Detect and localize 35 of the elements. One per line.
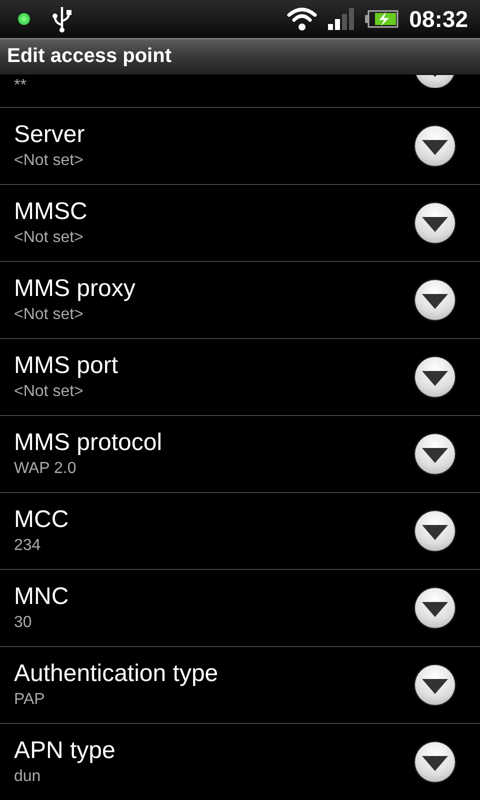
caret-icon	[422, 448, 448, 464]
setting-value: WAP 2.0	[14, 459, 78, 479]
usb-icon	[52, 5, 72, 33]
caret-icon	[422, 756, 448, 772]
setting-label: MMS proxy	[14, 274, 136, 304]
caret-icon	[422, 602, 448, 618]
setting-label: Authentication type	[14, 659, 218, 689]
setting-value: PAP	[14, 690, 46, 710]
signal-icon	[328, 8, 356, 30]
notification-light-icon	[18, 13, 30, 25]
setting-value: <Not set>	[14, 305, 84, 325]
setting-label: MMS protocol	[14, 428, 162, 458]
setting-label: APN type	[14, 736, 116, 766]
setting-value: <Not set>	[14, 228, 84, 248]
setting-label: Server	[14, 120, 85, 150]
setting-label: MCC	[14, 505, 69, 535]
setting-label: MMSC	[14, 197, 88, 227]
battery-charging-icon	[365, 10, 400, 28]
caret-icon	[422, 371, 448, 387]
setting-label: MMS port	[14, 351, 118, 381]
wifi-icon	[286, 6, 318, 32]
screen-title: Edit access point	[7, 44, 172, 68]
setting-value: dun	[14, 767, 42, 787]
setting-label: MNC	[14, 582, 69, 612]
caret-icon	[422, 294, 448, 310]
caret-icon	[422, 525, 448, 541]
caret-icon	[422, 140, 448, 156]
setting-value: <Not set>	[14, 382, 84, 402]
caret-icon	[422, 217, 448, 233]
clock-time: 08:32	[409, 6, 468, 32]
caret-icon	[422, 679, 448, 695]
setting-value: 30	[14, 613, 33, 633]
setting-value: <Not set>	[14, 151, 84, 171]
setting-value: 234	[14, 536, 42, 556]
setting-value: **	[13, 76, 26, 96]
